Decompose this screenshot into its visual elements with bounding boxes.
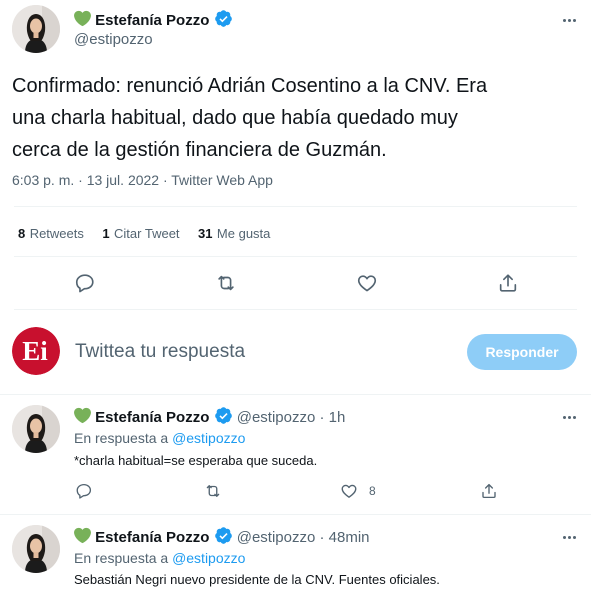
- likes-label: Me gusta: [216, 226, 271, 241]
- reply-button[interactable]: [72, 270, 98, 296]
- reply-share-button[interactable]: [479, 481, 499, 501]
- reply-icon: [75, 482, 93, 500]
- green-heart-icon: [74, 10, 91, 27]
- more-icon[interactable]: [557, 528, 581, 546]
- like-icon: [340, 482, 358, 500]
- retweets-count: 8: [18, 226, 26, 241]
- reply-author-name[interactable]: Estefanía Pozzo: [95, 529, 209, 546]
- divider: [0, 394, 591, 395]
- share-icon: [497, 272, 519, 294]
- tweet-text-line: Confirmado: renunció Adrián Cosentino a …: [12, 75, 488, 97]
- retweets-label: Retweets: [29, 226, 84, 241]
- retweets-stat[interactable]: 8 Retweets: [18, 225, 88, 242]
- green-heart-icon: [74, 527, 91, 544]
- quotes-label: Citar Tweet: [114, 226, 180, 241]
- reply-text: Sebastián Negri nuevo presidente de la C…: [74, 572, 440, 587]
- reply-avatar[interactable]: [12, 525, 60, 573]
- reply-handle[interactable]: @estipozzo: [237, 529, 316, 546]
- like-button[interactable]: [354, 270, 380, 296]
- divider: [14, 256, 577, 257]
- verified-badge-icon: [214, 526, 233, 545]
- reply-submit-button[interactable]: Responder: [467, 334, 577, 370]
- reply-header: Estefanía Pozzo @estipozzo · 1h: [74, 406, 345, 426]
- tweet-text: Confirmado: renunció Adrián Cosentino a …: [12, 70, 582, 166]
- green-heart-icon: [74, 407, 91, 424]
- reply-time[interactable]: · 48min: [320, 529, 370, 546]
- reply-to-link[interactable]: @estipozzo: [172, 550, 245, 566]
- tweet-meta[interactable]: 6:03 p. m. · 13 jul. 2022 · Twitter Web …: [12, 172, 273, 188]
- verified-badge-icon: [214, 406, 233, 425]
- retweet-icon: [215, 272, 237, 294]
- tweet-text-line: una charla habitual, dado que había qued…: [12, 107, 458, 129]
- reply-like-count: 8: [369, 484, 376, 498]
- author-avatar[interactable]: [12, 5, 60, 53]
- share-icon: [480, 482, 498, 500]
- reply-header: Estefanía Pozzo @estipozzo · 48min: [74, 526, 370, 546]
- reply-author-name[interactable]: Estefanía Pozzo: [95, 409, 209, 426]
- divider: [14, 309, 577, 310]
- likes-stat[interactable]: 31 Me gusta: [198, 225, 270, 242]
- quotes-count: 1: [102, 226, 110, 241]
- reply-like-button[interactable]: 8: [339, 481, 376, 501]
- composer-avatar[interactable]: Ei: [12, 327, 60, 375]
- author-name[interactable]: Estefanía Pozzo: [95, 12, 209, 29]
- reply-icon: [74, 272, 96, 294]
- likes-count: 31: [198, 226, 213, 241]
- reply-to-link[interactable]: @estipozzo: [172, 430, 245, 446]
- reply-time[interactable]: · 1h: [320, 409, 346, 426]
- reply-reply-button[interactable]: [74, 481, 94, 501]
- reply-context: En respuesta a @estipozzo: [74, 550, 245, 566]
- retweet-icon: [204, 482, 222, 500]
- divider: [14, 206, 577, 207]
- divider: [0, 514, 591, 515]
- verified-badge-icon: [214, 9, 233, 28]
- stats-row: 8 Retweets 1 Citar Tweet 31 Me gusta: [18, 225, 270, 243]
- like-icon: [356, 272, 378, 294]
- author-name-row[interactable]: Estefanía Pozzo: [74, 9, 233, 29]
- retweet-button[interactable]: [213, 270, 239, 296]
- reply-retweet-button[interactable]: [203, 481, 223, 501]
- quotes-stat[interactable]: 1 Citar Tweet: [102, 225, 184, 242]
- tweet-text-line: cerca de la gestión financiera de Guzmán…: [12, 139, 387, 161]
- composer-avatar-text: Ei: [22, 336, 48, 366]
- reply-avatar[interactable]: [12, 405, 60, 453]
- author-handle[interactable]: @estipozzo: [74, 31, 153, 48]
- reply-text: *charla habitual=se esperaba que suceda.: [74, 453, 318, 468]
- reply-prefix: En respuesta a: [74, 550, 169, 566]
- reply-prefix: En respuesta a: [74, 430, 169, 446]
- reply-composer-input[interactable]: Twittea tu respuesta: [75, 341, 245, 363]
- reply-handle[interactable]: @estipozzo: [237, 409, 316, 426]
- share-button[interactable]: [495, 270, 521, 296]
- more-icon[interactable]: [557, 11, 581, 29]
- reply-context: En respuesta a @estipozzo: [74, 430, 245, 446]
- more-icon[interactable]: [557, 408, 581, 426]
